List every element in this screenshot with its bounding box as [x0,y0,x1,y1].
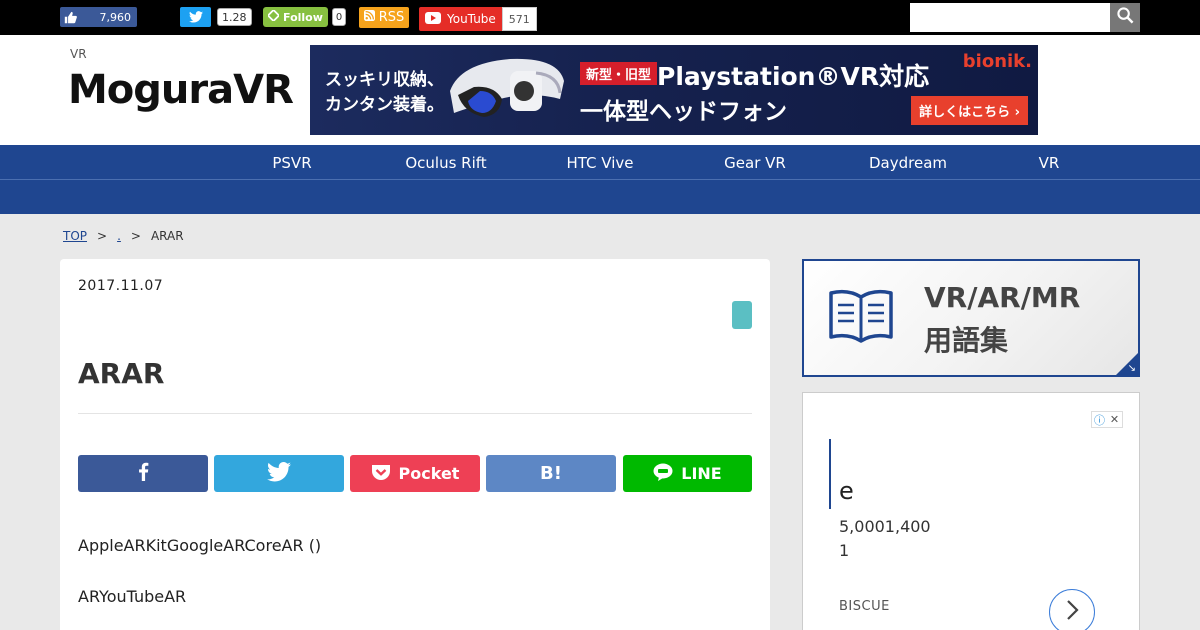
banner-line1: スッキリ収納、 [325,70,444,90]
search-icon [1116,7,1134,28]
ad-brand: BISCUE [839,599,890,614]
banner-cta-button[interactable]: 詳しくはこちら › [911,96,1028,125]
share-pocket-button[interactable]: Pocket [350,455,480,492]
close-icon[interactable]: ✕ [1107,412,1122,427]
facebook-f-icon [138,462,149,485]
site-logo[interactable]: MoguraVR [68,67,294,113]
nav-item-oculus-rift[interactable]: Oculus Rift [405,154,486,172]
sub-nav [0,180,1200,214]
article-date: 2017.11.07 [78,278,164,294]
main-nav: PSVR Oculus Rift HTC Vive Gear VR Daydre… [0,145,1200,180]
headset-image [450,58,564,117]
glossary-title: VR/AR/MR [924,281,1081,314]
book-icon [828,287,894,347]
title-divider [78,413,752,414]
ad-banner[interactable]: スッキリ収納、 カンタン装着。 新型・旧型 Playstation®VR対応 一… [310,45,1038,135]
banner-brand-logo: bionik. [962,51,1032,72]
breadcrumb-separator: > [97,229,108,243]
breadcrumb-separator: > [130,229,141,243]
share-facebook-button[interactable] [78,455,208,492]
breadcrumb-category-link[interactable]: . [117,229,121,243]
site-header: VR MoguraVR スッキリ収納、 カンタン装着。 新型・旧型 Playst… [0,35,1200,145]
glossary-subtitle: 用語集 [924,324,1009,357]
banner-line2: カンタン装着。 [325,95,444,115]
feedly-follow[interactable]: Follow 0 [263,7,347,27]
line-label: LINE [681,464,722,483]
ad-text: 5,0001,400 [839,517,931,536]
arrow-down-right-icon: ↘ [1127,363,1136,374]
rss-button[interactable]: RSS [359,7,409,28]
article-paragraph: ARYouTubeAR [78,587,187,606]
article-paragraph: AppleARKitGoogleARCoreAR () [78,536,322,555]
site-tagline: VR [70,47,87,61]
chevron-right-icon [1065,599,1079,625]
ad-heading: e [839,477,854,505]
youtube-subscribe[interactable]: YouTube 571 [419,7,537,31]
facebook-like-button[interactable]: 7,960 [60,7,137,27]
nav-item-psvr[interactable]: PSVR [272,154,311,172]
twitter-bird-icon[interactable] [180,7,211,27]
sidebar-ad[interactable]: ⓘ ✕ e 5,0001,400 1 BISCUE [802,392,1140,630]
ad-accent-bar [829,439,831,509]
banner-subheadline: 一体型ヘッドフォン [580,99,787,125]
feedly-icon [266,8,281,24]
banner-headline: Playstation®VR対応 [657,62,930,91]
breadcrumb-top-link[interactable]: TOP [63,229,87,243]
feedly-count: 0 [331,8,347,26]
ad-open-button[interactable] [1049,589,1095,630]
youtube-count: 571 [501,7,537,31]
youtube-label: YouTube [447,12,496,26]
social-bar: 7,960 1.28 Follow 0 RSS YouTube 571 [0,0,1200,35]
adchoices-info-icon[interactable]: ⓘ [1092,412,1107,427]
breadcrumb-current: ARAR [150,229,184,243]
nav-item-vr[interactable]: VR [1039,154,1060,172]
share-twitter-button[interactable] [214,455,344,492]
breadcrumb: TOP > . > ARAR [63,229,184,243]
nav-item-gear-vr[interactable]: Gear VR [724,154,786,172]
line-icon [653,463,673,485]
category-tag[interactable] [732,301,752,329]
twitter-count: 1.28 [217,8,252,26]
pocket-label: Pocket [398,464,460,483]
pocket-icon [371,463,391,485]
nav-item-daydream[interactable]: Daydream [869,154,947,172]
search-input[interactable] [910,3,1110,32]
share-hatena-button[interactable]: B! [486,455,616,492]
article-title: ARAR [78,357,165,390]
thumbs-up-icon [60,7,80,27]
glossary-banner[interactable]: VR/AR/MR 用語集 ↘ [802,259,1140,377]
feedly-follow-button[interactable]: Follow [263,7,328,27]
nav-item-htc-vive[interactable]: HTC Vive [566,154,633,172]
banner-tag: 新型・旧型 [580,62,658,85]
article-card: 2017.11.07 ARAR Pocket B! LINE AppleARKi… [60,259,770,630]
rss-label: RSS [378,10,405,25]
youtube-play-icon [425,11,441,27]
share-line-button[interactable]: LINE [623,455,752,492]
feedly-label: Follow [283,10,323,24]
twitter-follow[interactable]: 1.28 [180,7,252,27]
hatena-b-icon: B! [540,463,562,485]
search-button[interactable] [1110,3,1140,32]
facebook-like-count: 7,960 [99,10,132,24]
rss-icon [363,10,375,25]
youtube-button[interactable]: YouTube [419,7,502,31]
ad-text: 1 [839,541,850,560]
adchoices[interactable]: ⓘ ✕ [1091,411,1123,428]
svg-text:B!: B! [540,463,562,481]
twitter-bird-icon [267,461,291,486]
